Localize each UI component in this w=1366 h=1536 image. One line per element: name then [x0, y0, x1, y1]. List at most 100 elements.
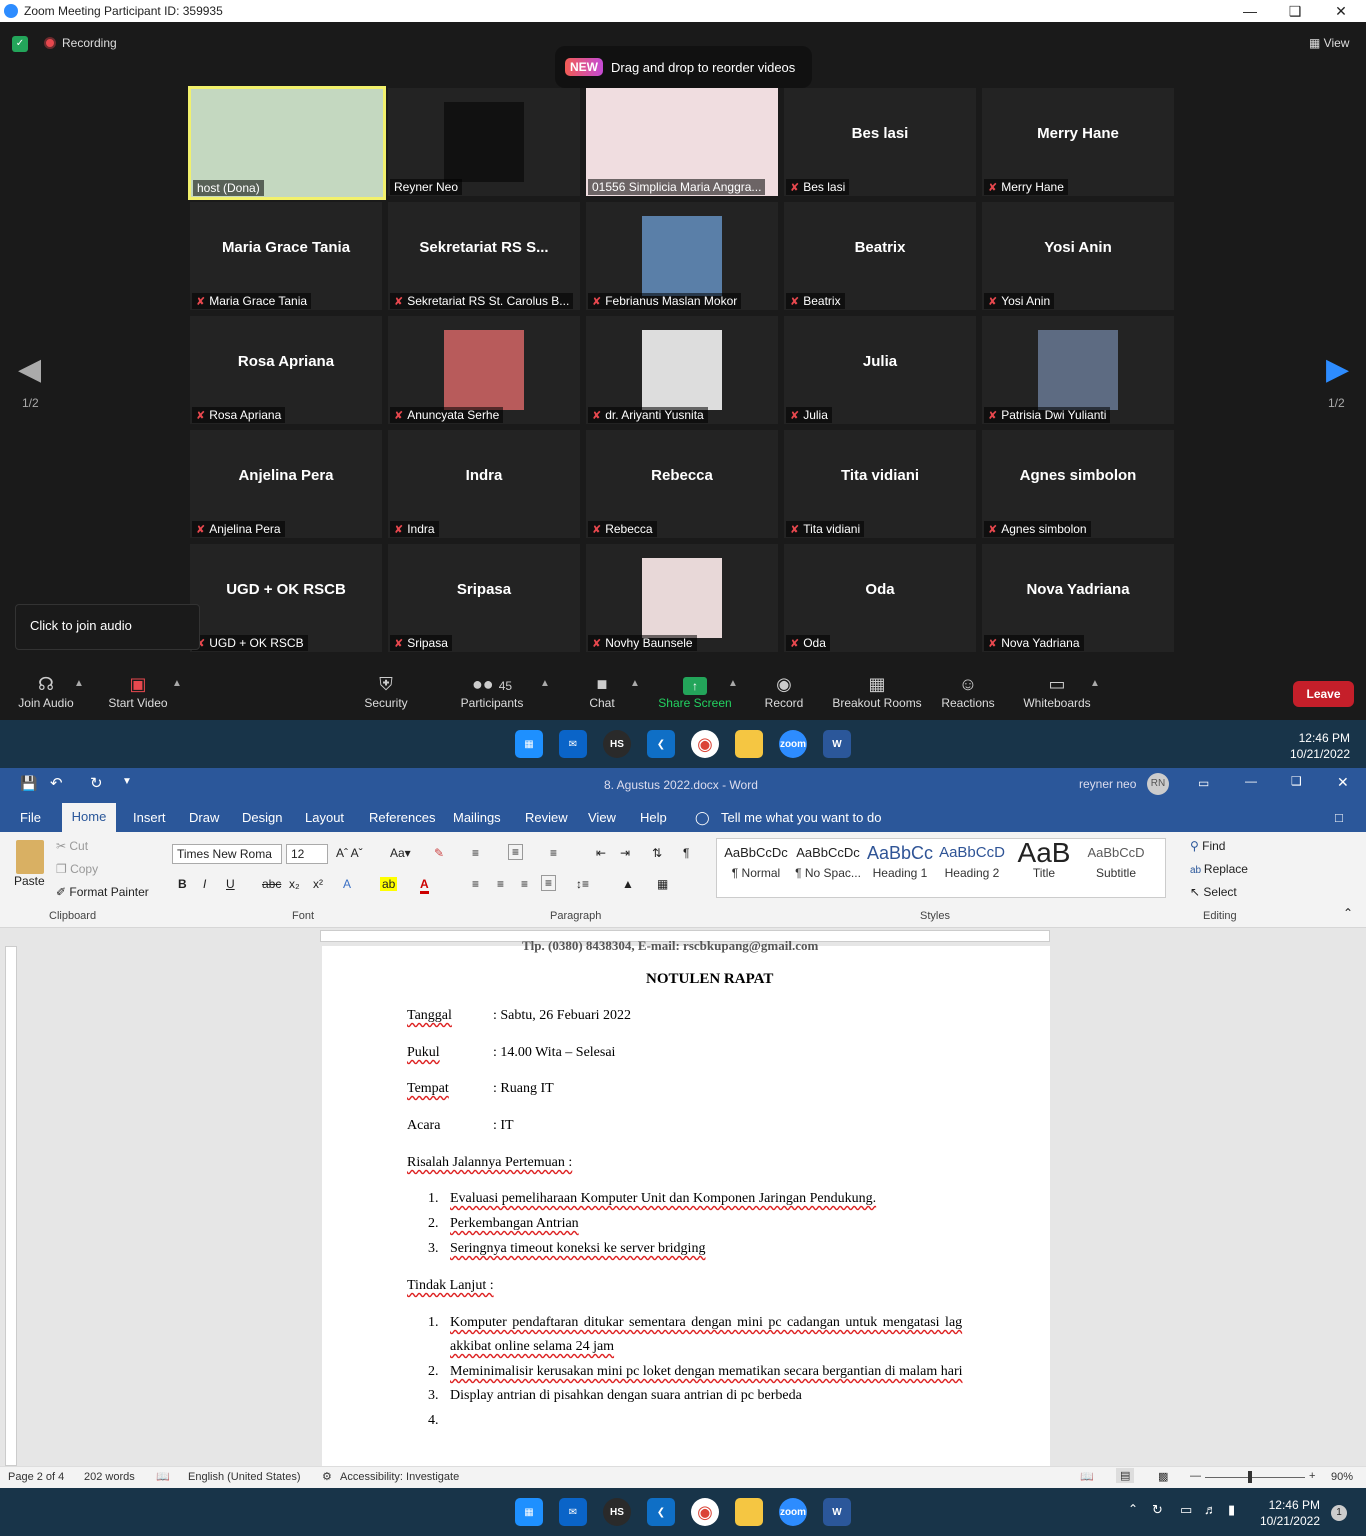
tab-view[interactable]: View	[588, 810, 616, 825]
prev-page-icon[interactable]: ◀	[18, 352, 41, 387]
network-icon[interactable]: ▭	[1180, 1502, 1192, 1518]
grow-shrink-font-icon[interactable]: Aˆ Aˇ	[336, 846, 363, 860]
tab-review[interactable]: Review	[525, 810, 568, 825]
show-marks-icon[interactable]: ¶	[683, 846, 689, 860]
style-option[interactable]: AaBbCcD Subtitle	[1080, 840, 1152, 880]
video-tile[interactable]: Oda ✘ Oda	[784, 544, 976, 652]
tell-me-search[interactable]: Tell me what you want to do	[721, 810, 881, 825]
participants-caret-icon[interactable]: ▲	[540, 678, 550, 689]
find-button[interactable]: ⚲ Find	[1190, 839, 1225, 853]
whiteboards-caret-icon[interactable]: ▲	[1090, 678, 1100, 689]
page-count[interactable]: Page 2 of 4	[8, 1471, 64, 1483]
style-option[interactable]: AaB Title	[1008, 839, 1080, 881]
tab-insert[interactable]: Insert	[133, 810, 166, 825]
sync-icon[interactable]: ↻	[1152, 1502, 1163, 1518]
save-icon[interactable]: 💾	[20, 775, 37, 792]
video-tile[interactable]: ✘ dr. Ariyanti Yusnita	[586, 316, 778, 424]
tray-chevron-icon[interactable]: ⌃	[1128, 1502, 1138, 1516]
undo-icon[interactable]: ↶	[50, 774, 63, 792]
user-name[interactable]: reyner neo	[1079, 777, 1136, 791]
video-tile[interactable]: ✘ Febrianus Maslan Mokor	[586, 202, 778, 310]
start-video-button[interactable]: ▣ Start Video	[106, 672, 170, 710]
video-tile[interactable]: Rebecca ✘ Rebecca	[586, 430, 778, 538]
font-color-icon[interactable]: A	[420, 877, 429, 894]
start-icon[interactable]: ▦	[515, 1498, 543, 1526]
read-mode-icon[interactable]: 📖	[1080, 1470, 1094, 1483]
next-page-icon[interactable]: ▶	[1326, 352, 1349, 387]
paste-icon[interactable]	[16, 840, 44, 874]
tab-draw[interactable]: Draw	[189, 810, 219, 825]
video-tile[interactable]: Anjelina Pera ✘ Anjelina Pera	[190, 430, 382, 538]
paste-label[interactable]: Paste	[14, 874, 45, 888]
leave-button[interactable]: Leave	[1293, 681, 1354, 707]
vertical-ruler[interactable]	[5, 946, 17, 1466]
subscript-icon[interactable]: x₂	[289, 877, 300, 891]
font-name-box[interactable]: Times New Roma	[172, 844, 282, 864]
zoom-app-icon[interactable]: zoom	[779, 1498, 807, 1526]
video-tile[interactable]: Sripasa ✘ Sripasa	[388, 544, 580, 652]
start-icon[interactable]: ▦	[515, 730, 543, 758]
multilevel-list-icon[interactable]: ≡	[550, 846, 557, 860]
language[interactable]: English (United States)	[188, 1471, 301, 1483]
decrease-indent-icon[interactable]: ⇤	[596, 846, 606, 860]
chat-button[interactable]: ■ Chat	[582, 672, 622, 710]
word-count[interactable]: 202 words	[84, 1471, 135, 1483]
tab-file[interactable]: File	[20, 810, 41, 825]
video-tile[interactable]: Julia ✘ Julia	[784, 316, 976, 424]
line-spacing-icon[interactable]: ↕≡	[576, 877, 589, 891]
style-option[interactable]: AaBbCc Heading 1	[864, 840, 936, 880]
align-right-icon[interactable]: ≡	[521, 877, 528, 891]
tab-mailings[interactable]: Mailings	[453, 810, 501, 825]
increase-indent-icon[interactable]: ⇥	[620, 846, 630, 860]
format-painter-button[interactable]: ✐ Format Painter	[56, 885, 149, 899]
chrome-icon[interactable]: ◉	[691, 730, 719, 758]
style-option[interactable]: AaBbCcDc ¶ No Spac...	[792, 840, 864, 880]
chrome-icon[interactable]: ◉	[691, 1498, 719, 1526]
word-app-icon[interactable]: W	[823, 730, 851, 758]
replace-button[interactable]: ab Replace	[1190, 862, 1248, 876]
tab-layout[interactable]: Layout	[305, 810, 344, 825]
breakout-rooms-button[interactable]: ▦ Breakout Rooms	[830, 672, 924, 710]
change-case-icon[interactable]: Aa▾	[390, 846, 411, 860]
security-button[interactable]: ⛨ Security	[358, 672, 414, 710]
style-option[interactable]: AaBbCcD Heading 2	[936, 840, 1008, 880]
bold-icon[interactable]: B	[178, 877, 187, 891]
highlight-icon[interactable]: ab	[380, 877, 398, 891]
video-tile[interactable]: Merry Hane ✘ Merry Hane	[982, 88, 1174, 196]
tab-help[interactable]: Help	[640, 810, 667, 825]
record-button[interactable]: ◉ Record	[762, 672, 806, 710]
video-tile[interactable]: UGD + OK RSCB ✘ UGD + OK RSCB	[190, 544, 382, 652]
word-minimize-icon[interactable]: —	[1245, 774, 1257, 788]
superscript-icon[interactable]: x²	[313, 877, 323, 891]
tab-design[interactable]: Design	[242, 810, 282, 825]
font-size-box[interactable]: 12	[286, 844, 328, 864]
clock-bottom[interactable]: 12:46 PM 10/21/2022	[1238, 1497, 1320, 1529]
video-tile[interactable]: Agnes simbolon ✘ Agnes simbolon	[982, 430, 1174, 538]
mail-icon[interactable]: ✉	[559, 730, 587, 758]
print-layout-icon[interactable]: ▤	[1116, 1468, 1135, 1483]
document-page[interactable]: Tlp. (0380) 8438304, E-mail: rscbkupang@…	[322, 938, 1050, 1466]
vscode-icon[interactable]: ❮	[647, 730, 675, 758]
zoom-slider-thumb[interactable]	[1248, 1471, 1252, 1483]
underline-icon[interactable]: U	[226, 877, 235, 891]
file-explorer-icon[interactable]	[735, 1498, 763, 1526]
redo-icon[interactable]: ↻	[90, 774, 103, 792]
proofing-icon[interactable]: 📖	[156, 1470, 170, 1483]
italic-icon[interactable]: I	[203, 877, 206, 891]
video-options-caret-icon[interactable]: ▲	[172, 678, 182, 689]
minimize-icon[interactable]: —	[1227, 0, 1273, 22]
video-tile[interactable]: Bes lasi ✘ Bes lasi	[784, 88, 976, 196]
video-tile[interactable]: Reyner Neo	[388, 88, 580, 196]
cut-button[interactable]: ✂ Cut	[56, 839, 88, 853]
hs-app-icon[interactable]: HS	[603, 1498, 631, 1526]
video-tile[interactable]: Nova Yadriana ✘ Nova Yadriana	[982, 544, 1174, 652]
tab-references[interactable]: References	[369, 810, 435, 825]
close-icon[interactable]: ✕	[1318, 0, 1364, 22]
clear-formatting-icon[interactable]: ✎	[434, 846, 444, 860]
text-effects-icon[interactable]: A	[343, 877, 351, 891]
restore-icon[interactable]: ❑	[1272, 0, 1318, 22]
word-close-icon[interactable]: ✕	[1337, 774, 1349, 791]
audio-options-caret-icon[interactable]: ▲	[74, 678, 84, 689]
battery-icon[interactable]: ▮	[1228, 1502, 1235, 1518]
video-tile[interactable]: Tita vidiani ✘ Tita vidiani	[784, 430, 976, 538]
